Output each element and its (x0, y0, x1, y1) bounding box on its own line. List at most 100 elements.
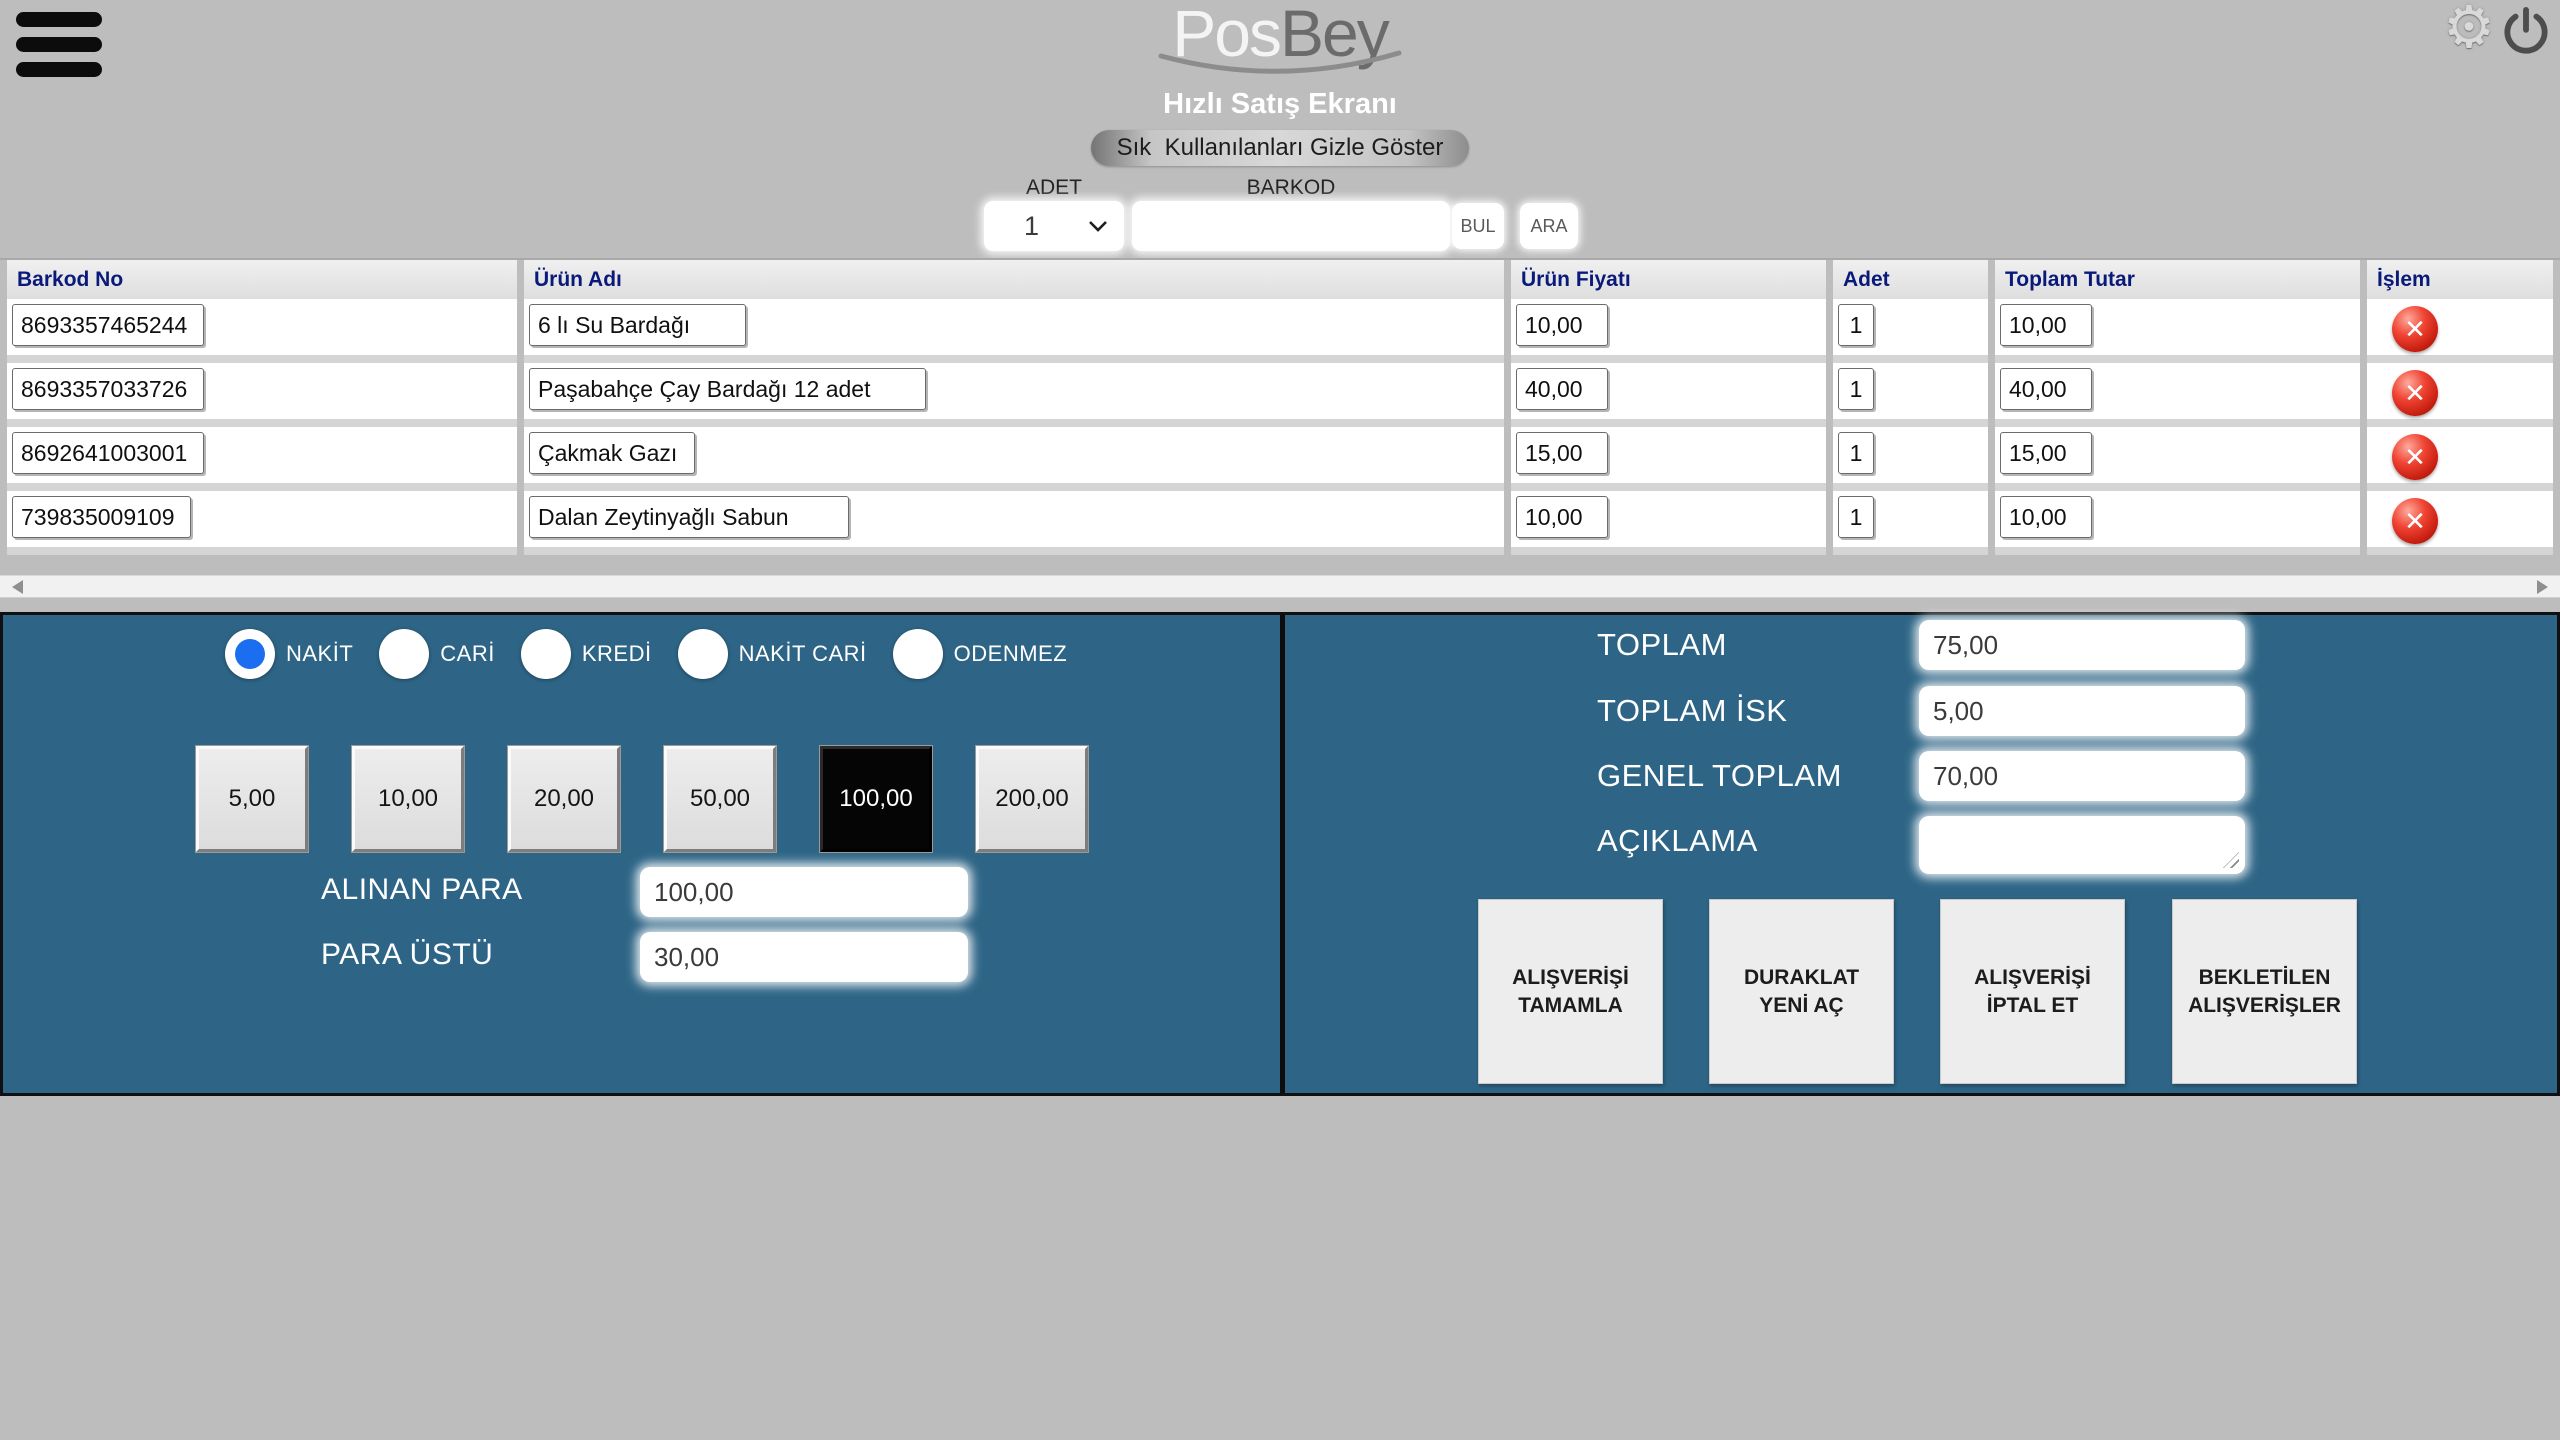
denomination-group: 5,00 10,00 20,00 50,00 100,00 200,00 (196, 746, 1088, 852)
scroll-right-arrow-icon[interactable] (2537, 580, 2548, 594)
favorites-toggle-button[interactable]: Sık Kullanılanları Gizle Göster (1091, 130, 1470, 166)
payment-right-section: TOPLAM TOPLAM İSK GENEL TOPLAM AÇIKLAMA … (1285, 615, 2557, 1093)
denomination-button[interactable]: 20,00 (508, 746, 620, 852)
table-row: ✕ (7, 491, 2553, 555)
total-input[interactable] (2000, 432, 2092, 474)
denomination-button[interactable]: 200,00 (976, 746, 1088, 852)
aciklama-textarea[interactable] (1919, 816, 2245, 874)
power-icon (2500, 6, 2552, 58)
payment-method-group: NAKİT CARİ KREDİ NAKİT CARİ (225, 629, 1093, 679)
button-line2: İPTAL ET (1987, 992, 2078, 1019)
para-ustu-input[interactable] (640, 932, 968, 982)
payment-method-radio[interactable]: CARİ (379, 629, 495, 679)
column-header-toplam-tutar: Toplam Tutar (1995, 260, 2360, 299)
power-button[interactable] (2500, 6, 2552, 63)
table-row: ✕ (7, 363, 2553, 427)
barcode-input[interactable] (12, 304, 204, 346)
chevron-down-icon (1088, 220, 1108, 233)
radio-circle[interactable] (225, 629, 275, 679)
held-sales-button[interactable]: BEKLETİLEN ALIŞVERİŞLER (2172, 899, 2357, 1084)
column-header-barkod-no: Barkod No (7, 260, 517, 299)
product-name-input[interactable] (529, 304, 746, 346)
payment-panel: NAKİT CARİ KREDİ NAKİT CARİ (0, 612, 2560, 1096)
product-name-input[interactable] (529, 432, 695, 474)
delete-x-icon: ✕ (2404, 506, 2426, 537)
toplam-input[interactable] (1919, 620, 2245, 670)
table-header-row: Barkod No Ürün Adı Ürün Fiyatı Adet Topl… (7, 260, 2553, 299)
payment-method-radio[interactable]: NAKİT CARİ (678, 629, 867, 679)
bul-button[interactable]: BUL (1452, 203, 1504, 249)
qty-input[interactable] (1838, 304, 1874, 346)
total-input[interactable] (2000, 304, 2092, 346)
delete-row-button[interactable]: ✕ (2392, 434, 2438, 480)
table-row: ✕ (7, 299, 2553, 363)
column-header-urun-adi: Ürün Adı (524, 260, 1504, 299)
header: PosBey Hızlı Satış Ekranı Sık Kullanılan… (0, 0, 2560, 166)
cancel-sale-button[interactable]: ALIŞVERİŞİ İPTAL ET (1940, 899, 2125, 1084)
settings-gear-icon[interactable]: ⚙ (2443, 0, 2495, 60)
barcode-input[interactable] (12, 368, 204, 410)
radio-circle[interactable] (678, 629, 728, 679)
aciklama-label: AÇIKLAMA (1597, 823, 1758, 859)
delete-row-button[interactable]: ✕ (2392, 370, 2438, 416)
price-input[interactable] (1516, 496, 1608, 538)
price-input[interactable] (1516, 304, 1608, 346)
genel-toplam-input[interactable] (1919, 751, 2245, 801)
barkod-label: BARKOD (1132, 176, 1450, 200)
alinan-para-label: ALINAN PARA (321, 873, 523, 907)
delete-x-icon: ✕ (2404, 314, 2426, 345)
denomination-label: 20,00 (534, 785, 594, 813)
product-name-input[interactable] (529, 496, 849, 538)
qty-input[interactable] (1838, 496, 1874, 538)
alinan-para-input[interactable] (640, 867, 968, 917)
horizontal-scrollbar[interactable] (0, 575, 2560, 598)
payment-method-radio[interactable]: ODENMEZ (893, 629, 1068, 679)
denomination-button[interactable]: 100,00 (820, 746, 932, 852)
genel-toplam-label: GENEL TOPLAM (1597, 758, 1842, 794)
button-line2: TAMAMLA (1518, 992, 1623, 1019)
table-row: ✕ (7, 427, 2553, 491)
button-line1: ALIŞVERİŞİ (1512, 964, 1629, 991)
adet-select[interactable]: 1 (984, 201, 1124, 251)
logo-swoosh (1155, 50, 1405, 80)
payment-method-label: NAKİT CARİ (739, 641, 867, 667)
scroll-left-arrow-icon[interactable] (12, 580, 23, 594)
qty-input[interactable] (1838, 432, 1874, 474)
ara-button[interactable]: ARA (1520, 203, 1578, 249)
adet-selected-value: 1 (1024, 211, 1039, 242)
barcode-input[interactable] (12, 432, 204, 474)
button-line2: YENİ AÇ (1759, 992, 1843, 1019)
total-input[interactable] (2000, 368, 2092, 410)
delete-row-button[interactable]: ✕ (2392, 306, 2438, 352)
column-header-urun-fiyati: Ürün Fiyatı (1511, 260, 1826, 299)
denomination-button[interactable]: 10,00 (352, 746, 464, 852)
barkod-input[interactable] (1132, 201, 1450, 251)
complete-sale-button[interactable]: ALIŞVERİŞİ TAMAMLA (1478, 899, 1663, 1084)
barcode-input[interactable] (12, 496, 191, 538)
denomination-label: 50,00 (690, 785, 750, 813)
toplam-isk-input[interactable] (1919, 686, 2245, 736)
denomination-button[interactable]: 5,00 (196, 746, 308, 852)
payment-left-section: NAKİT CARİ KREDİ NAKİT CARİ (3, 615, 1280, 1093)
qty-input[interactable] (1838, 368, 1874, 410)
toplam-isk-label: TOPLAM İSK (1597, 693, 1788, 729)
price-input[interactable] (1516, 368, 1608, 410)
radio-circle[interactable] (893, 629, 943, 679)
delete-row-button[interactable]: ✕ (2392, 498, 2438, 544)
product-name-input[interactable] (529, 368, 926, 410)
page-title: Hızlı Satış Ekranı (1163, 88, 1397, 121)
column-header-islem: İşlem (2367, 260, 2553, 299)
total-input[interactable] (2000, 496, 2092, 538)
delete-x-icon: ✕ (2404, 378, 2426, 409)
pause-open-new-button[interactable]: DURAKLAT YENİ AÇ (1709, 899, 1894, 1084)
radio-circle[interactable] (379, 629, 429, 679)
denomination-label: 200,00 (995, 785, 1068, 813)
denomination-button[interactable]: 50,00 (664, 746, 776, 852)
radio-circle[interactable] (521, 629, 571, 679)
price-input[interactable] (1516, 432, 1608, 474)
button-line1: ALIŞVERİŞİ (1974, 964, 2091, 991)
payment-method-radio[interactable]: KREDİ (521, 629, 652, 679)
payment-method-radio[interactable]: NAKİT (225, 629, 353, 679)
denomination-label: 5,00 (229, 785, 276, 813)
delete-x-icon: ✕ (2404, 442, 2426, 473)
